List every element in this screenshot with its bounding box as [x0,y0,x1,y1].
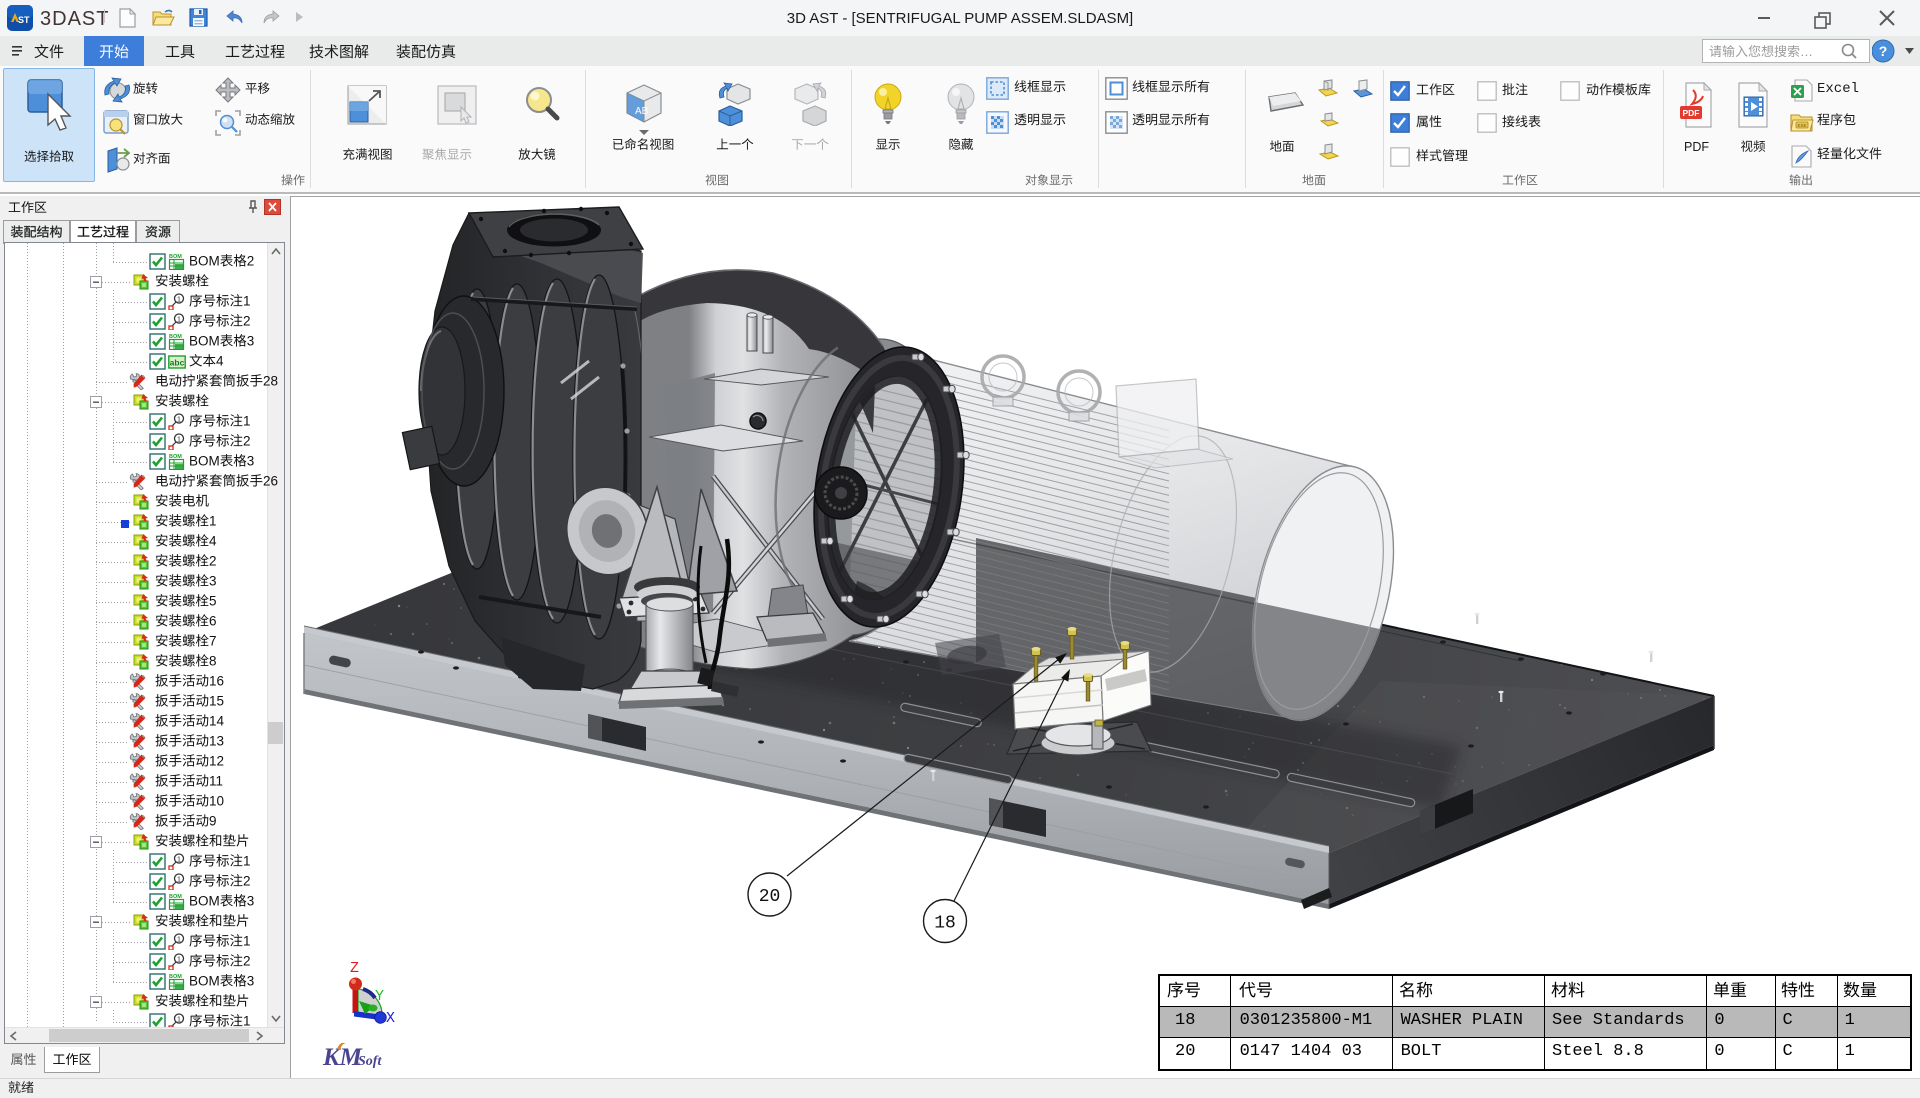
svg-text:?: ? [1879,43,1888,59]
svg-text:EXE: EXE [1797,123,1806,128]
svg-text:Soft: Soft [358,1054,382,1069]
svg-text:Z: Z [350,960,359,977]
svg-text:20: 20 [759,887,781,907]
svg-text:Y: Y [375,988,384,1005]
svg-text:18: 18 [934,914,956,934]
svg-text:PDF: PDF [1683,108,1700,118]
svg-text:KM: KM [322,1044,363,1071]
svg-text:X: X [386,1010,395,1027]
svg-text:AB: AB [635,106,649,117]
